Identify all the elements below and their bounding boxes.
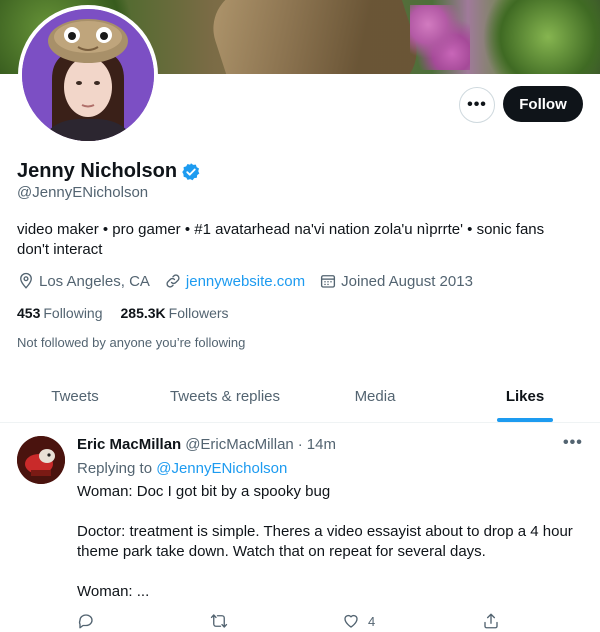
follow-button[interactable]: Follow	[503, 86, 583, 122]
reply-button[interactable]	[77, 612, 95, 630]
retweet-icon	[210, 614, 228, 628]
location-pin-icon	[20, 272, 32, 289]
more-options-button[interactable]: •••	[459, 87, 495, 123]
tweet-item[interactable]: Eric MacMillan @EricMacMillan · 14m ••• …	[0, 424, 600, 632]
profile-handle: @JennyENicholson	[17, 184, 149, 201]
following-stat[interactable]: 453 Following	[17, 305, 103, 321]
tweet-author-name[interactable]: Eric MacMillan	[77, 436, 181, 453]
website-link[interactable]: jennywebsite.com	[186, 273, 305, 290]
replying-to-link[interactable]: @JennyENicholson	[156, 460, 287, 477]
tweet-text-line: Woman: Doc I got bit by a spooky bug	[77, 483, 331, 500]
following-count: 453	[17, 305, 41, 321]
profile-bio: video maker • pro gamer • #1 avatarhead …	[17, 220, 577, 260]
location-text: Los Angeles, CA	[39, 272, 150, 290]
replying-prefix: Replying to	[77, 460, 157, 477]
profile-name-row: Jenny Nicholson	[17, 160, 201, 183]
tweet-more-button[interactable]: •••	[563, 434, 583, 452]
tweet-replying-to: Replying to @JennyENicholson	[77, 460, 287, 477]
followers-label: Followers	[168, 305, 229, 321]
bio-line: don't interact	[17, 241, 103, 258]
banner-ferns	[470, 0, 600, 74]
like-count: 4	[368, 613, 376, 629]
tweet-text-line: theme park take down. Watch that on repe…	[77, 543, 486, 560]
profile-display-name: Jenny Nicholson	[17, 160, 178, 182]
profile-avatar[interactable]	[18, 5, 158, 145]
tweet-header: Eric MacMillan @EricMacMillan · 14m	[77, 436, 336, 453]
not-followed-notice: Not followed by anyone you’re following	[17, 335, 246, 350]
verified-badge-icon[interactable]	[181, 162, 201, 182]
share-icon	[484, 613, 498, 629]
heart-icon	[344, 614, 358, 628]
tab-tweets-and-replies[interactable]: Tweets & replies	[150, 370, 300, 422]
tab-media[interactable]: Media	[300, 370, 450, 422]
tab-tweets[interactable]: Tweets	[0, 370, 150, 422]
calendar-icon	[321, 275, 336, 288]
profile-meta: Los Angeles, CA jennywebsite.com Joined …	[17, 272, 487, 290]
banner-tree-trunk	[203, 0, 427, 74]
link-icon	[166, 274, 180, 288]
share-button[interactable]	[482, 612, 500, 630]
profile-joined: Joined August 2013	[319, 272, 473, 290]
tweet-author-avatar-image	[17, 436, 65, 484]
tab-likes[interactable]: Likes	[450, 370, 600, 422]
profile-tabs: Tweets Tweets & replies Media Likes	[0, 370, 600, 423]
tweet-body: Woman: Doc I got bit by a spooky bug Doc…	[77, 482, 587, 602]
follow-stats: 453 Following 285.3K Followers	[17, 305, 247, 321]
reply-icon	[78, 614, 93, 629]
followers-stat[interactable]: 285.3K Followers	[121, 305, 229, 321]
profile-website[interactable]: jennywebsite.com	[164, 272, 305, 290]
banner-flowers	[410, 5, 470, 70]
tweet-author-avatar[interactable]	[17, 436, 65, 484]
following-label: Following	[43, 305, 103, 321]
tweet-author-handle[interactable]: @EricMacMillan	[185, 436, 294, 453]
profile-avatar-image	[22, 9, 154, 141]
followers-count: 285.3K	[120, 305, 166, 321]
profile-location: Los Angeles, CA	[17, 272, 150, 290]
tweet-timestamp[interactable]: 14m	[307, 436, 336, 453]
like-button[interactable]: 4	[342, 612, 375, 630]
tweet-text-line: Doctor: treatment is simple. Theres a vi…	[77, 523, 573, 540]
joined-text: Joined August 2013	[341, 272, 473, 290]
retweet-button[interactable]	[209, 612, 229, 630]
bio-line: video maker • pro gamer • #1 avatarhead …	[17, 221, 545, 238]
tweet-actions: 4	[77, 612, 517, 632]
tweet-text-line: Woman: ...	[77, 583, 150, 600]
tweet-separator: ·	[297, 436, 303, 453]
